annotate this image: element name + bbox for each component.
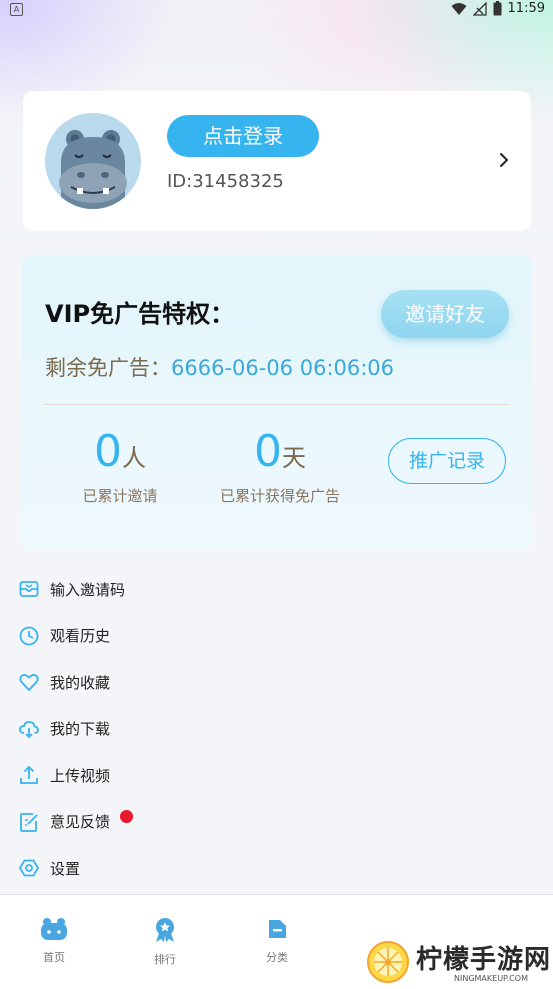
settings-icon [18,859,40,877]
menu-item-feedback[interactable]: 意见反馈 [0,799,553,846]
vip-card: VIP免广告特权： 邀请好友 剩余免广告：6666-06-06 06:06:06… [22,256,532,550]
feedback-icon [20,812,38,832]
divider [44,404,510,405]
heart-icon [19,674,39,692]
vip-title: VIP免广告特权： [45,300,235,328]
promotion-record-button[interactable]: 推广记录 [388,438,506,484]
status-time: 11:59 [507,1,545,16]
invited-stat: 0人 已累计邀请 [60,426,180,506]
menu-item-downloads[interactable]: 我的下载 [0,706,553,753]
chevron-right-icon[interactable] [495,151,513,169]
avatar[interactable] [45,113,141,209]
login-button[interactable]: 点击登录 [167,115,319,157]
watermark-text: 柠檬手游网 [416,945,552,975]
category-icon [269,920,286,938]
days-stat: 0天 已累计获得免广告 [210,426,350,506]
menu-item-upload[interactable]: 上传视频 [0,752,553,799]
watermark-subtext: NINGMAKEUP.COM [454,974,528,983]
menu-label: 我的下载 [50,720,111,739]
wifi-icon [451,2,467,15]
invite-friends-button[interactable]: 邀请好友 [381,290,509,338]
menu-label: 观看历史 [50,627,111,646]
nav-label: 首页 [43,951,65,964]
rank-badge-icon [156,918,174,942]
menu-label: 设置 [50,859,81,878]
nav-item-category[interactable]: 分类 [247,917,307,965]
signal-icon [472,1,487,16]
nav-item-home[interactable]: 首页 [24,917,84,965]
status-bar: A 11:59 [0,0,553,20]
invited-label: 已累计邀请 [82,487,158,505]
menu-label: 我的收藏 [50,673,111,692]
watermark-lemon-logo [367,941,409,983]
home-hippo-icon [41,918,67,940]
cloud-download-icon [19,720,39,739]
menu-item-invite-code[interactable]: 输入邀请码 [0,566,553,613]
invite-code-icon [19,581,39,598]
days-count: 0 [254,426,282,477]
profile-card[interactable]: 点击登录 ID:31458325 [23,91,531,231]
days-label: 已累计获得免广告 [219,487,340,505]
nav-label: 排行 [154,953,176,966]
invited-count: 0 [94,426,122,477]
menu-label: 意见反馈 [50,813,111,832]
clock-icon [19,626,39,646]
menu-label: 上传视频 [50,766,111,785]
menu-item-settings[interactable]: 设置 [0,845,553,892]
menu-item-history[interactable]: 观看历史 [0,613,553,660]
battery-icon [493,1,502,16]
remain-row: 剩余免广告：6666-06-06 06:06:06 [45,352,394,382]
remain-value: 6666-06-06 06:06:06 [171,356,395,380]
nav-item-rank[interactable]: 排行 [135,917,195,967]
app-notification-icon: A [10,3,23,16]
hippo-avatar-icon [59,130,127,209]
invited-unit: 人 [122,444,146,472]
nav-label: 分类 [266,951,288,964]
menu-item-favorites[interactable]: 我的收藏 [0,659,553,706]
upload-icon [20,765,38,785]
menu-label: 输入邀请码 [50,580,126,599]
menu-list: 输入邀请码 观看历史 我的收藏 我的下载 上传视频 意见反馈 设置 [0,566,553,892]
days-unit: 天 [282,444,306,472]
watermark: 柠檬手游网 NINGMAKEUP.COM [352,936,552,988]
notification-dot [120,810,134,824]
user-id: ID:31458325 [167,171,284,192]
remain-label: 剩余免广告： [45,356,171,380]
